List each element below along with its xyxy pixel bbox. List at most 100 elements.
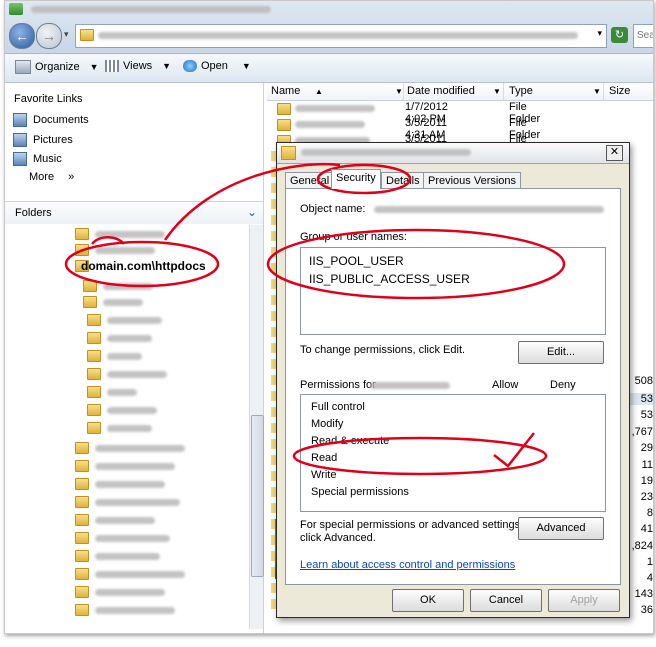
search-input[interactable]: Sea — [633, 24, 653, 48]
tree-item[interactable] — [87, 349, 142, 363]
tab-details[interactable]: Details — [381, 172, 425, 189]
tree-item[interactable] — [75, 513, 155, 527]
folder-icon — [75, 228, 89, 240]
folder-icon — [75, 460, 89, 472]
special-permissions-text: For special permissions or advanced sett… — [300, 519, 524, 531]
back-button[interactable]: ← — [9, 23, 35, 49]
folders-scrollbar[interactable] — [249, 225, 264, 629]
learn-link[interactable]: Learn about access control and permissio… — [300, 559, 515, 571]
navigation-pane: Favorite Links Documents Pictures Music … — [5, 83, 264, 633]
special-permissions-text-2: click Advanced. — [300, 532, 376, 544]
folder-icon — [277, 103, 291, 115]
scrollbar-thumb[interactable] — [251, 415, 264, 577]
tree-item[interactable] — [75, 459, 175, 473]
open-button[interactable]: Open ▼ — [183, 60, 251, 72]
cancel-button[interactable]: Cancel — [470, 589, 542, 612]
organize-button[interactable]: Organize ▼ — [15, 60, 99, 74]
dialog-titlebar: ✕ — [277, 143, 629, 164]
folder-icon — [87, 368, 101, 380]
column-size[interactable]: Size — [609, 85, 630, 97]
tree-item[interactable] — [75, 495, 180, 509]
tree-item[interactable] — [75, 441, 185, 455]
column-date-modified[interactable]: Date modified — [407, 85, 475, 97]
address-input[interactable]: ▾ — [75, 24, 607, 48]
tree-item[interactable] — [87, 385, 137, 399]
address-dropdown-icon[interactable]: ▾ — [597, 28, 602, 39]
tree-item[interactable] — [87, 403, 157, 417]
file-list-header: Name ▲ ▼ Date modified ▼ Type ▼ Size — [267, 83, 653, 101]
forward-button[interactable]: → — [36, 23, 62, 49]
permissions-for-label: Permissions for — [300, 379, 376, 391]
allow-header: Allow — [492, 379, 519, 391]
favorite-documents[interactable]: Documents — [13, 113, 89, 127]
tree-item[interactable] — [75, 227, 165, 241]
folder-icon — [75, 496, 89, 508]
music-icon — [13, 152, 27, 166]
folder-icon — [75, 514, 89, 526]
permission-modify: Modify — [311, 418, 344, 430]
views-icon — [105, 60, 119, 72]
tree-item[interactable] — [75, 603, 175, 617]
tree-item[interactable] — [87, 313, 162, 327]
column-name[interactable]: Name — [271, 85, 300, 97]
close-button[interactable]: ✕ — [606, 145, 623, 161]
folder-icon — [87, 386, 101, 398]
favorite-more[interactable]: More » — [29, 171, 74, 183]
properties-dialog: ✕ General Security Details Previous Vers… — [276, 142, 630, 618]
edit-button[interactable]: Edit... — [518, 341, 604, 364]
chevron-down-icon[interactable]: ▼ — [395, 87, 403, 96]
favorite-music[interactable]: Music — [13, 152, 62, 166]
user-item[interactable]: IIS_PUBLIC_ACCESS_USER — [309, 272, 470, 286]
apply-button[interactable]: Apply — [548, 589, 620, 612]
tree-item[interactable] — [87, 331, 152, 345]
tab-general[interactable]: General — [285, 172, 335, 189]
tree-item[interactable] — [75, 549, 160, 563]
folders-header[interactable]: Folders ⌄ — [5, 201, 263, 224]
change-permissions-text: To change permissions, click Edit. — [300, 344, 466, 356]
permissions-list[interactable]: Full control Modify Read & execute Read … — [300, 394, 606, 512]
permission-read-execute: Read & execute — [311, 435, 390, 447]
refresh-icon[interactable]: ↻ — [611, 27, 628, 43]
tree-item[interactable] — [75, 567, 185, 581]
tree-item[interactable] — [75, 243, 155, 257]
favorite-pictures[interactable]: Pictures — [13, 133, 73, 147]
user-list[interactable]: IIS_POOL_USER IIS_PUBLIC_ACCESS_USER — [300, 247, 606, 335]
folder-icon — [75, 244, 89, 256]
permission-write: Write — [311, 469, 337, 481]
chevron-down-icon[interactable]: ▼ — [593, 87, 601, 96]
window-icon — [9, 3, 23, 15]
tab-security[interactable]: Security — [331, 169, 381, 189]
chevron-down-icon: ▼ — [241, 61, 251, 71]
chevron-down-icon: ⌄ — [247, 205, 258, 219]
history-dropdown-icon[interactable]: ▾ — [64, 29, 69, 40]
folder-icon — [75, 478, 89, 490]
tree-item[interactable] — [83, 279, 153, 293]
tree-item[interactable] — [75, 477, 165, 491]
highlighted-folder-label[interactable]: domain.com\httpdocs — [81, 259, 206, 273]
permission-full-control: Full control — [311, 401, 365, 413]
views-button[interactable]: Views ▼ — [105, 60, 171, 72]
advanced-button[interactable]: Advanced — [518, 517, 604, 540]
address-bar-area: ← → ▾ ▾ ↻ Sea — [5, 1, 653, 54]
folder-icon — [83, 280, 97, 292]
tree-item[interactable] — [75, 585, 165, 599]
tree-item[interactable] — [83, 295, 143, 309]
folder-icon — [75, 586, 89, 598]
tree-item[interactable] — [87, 421, 152, 435]
favorite-links-title: Favorite Links — [14, 93, 83, 105]
command-toolbar: Organize ▼ Views ▼ Open ▼ — [5, 54, 653, 83]
tree-item[interactable] — [87, 367, 167, 381]
user-item[interactable]: IIS_POOL_USER — [309, 254, 404, 268]
folder-icon — [87, 404, 101, 416]
tab-previous-versions[interactable]: Previous Versions — [423, 172, 522, 189]
column-type[interactable]: Type — [509, 85, 533, 97]
folder-icon — [75, 568, 89, 580]
tree-item[interactable] — [75, 531, 170, 545]
ok-button[interactable]: OK — [392, 589, 464, 612]
folder-icon — [87, 350, 101, 362]
chevron-down-icon: ▼ — [89, 62, 99, 72]
folder-icon — [80, 29, 94, 41]
documents-icon — [13, 113, 27, 127]
object-name-label: Object name: — [300, 203, 366, 215]
chevron-down-icon[interactable]: ▼ — [493, 87, 501, 96]
